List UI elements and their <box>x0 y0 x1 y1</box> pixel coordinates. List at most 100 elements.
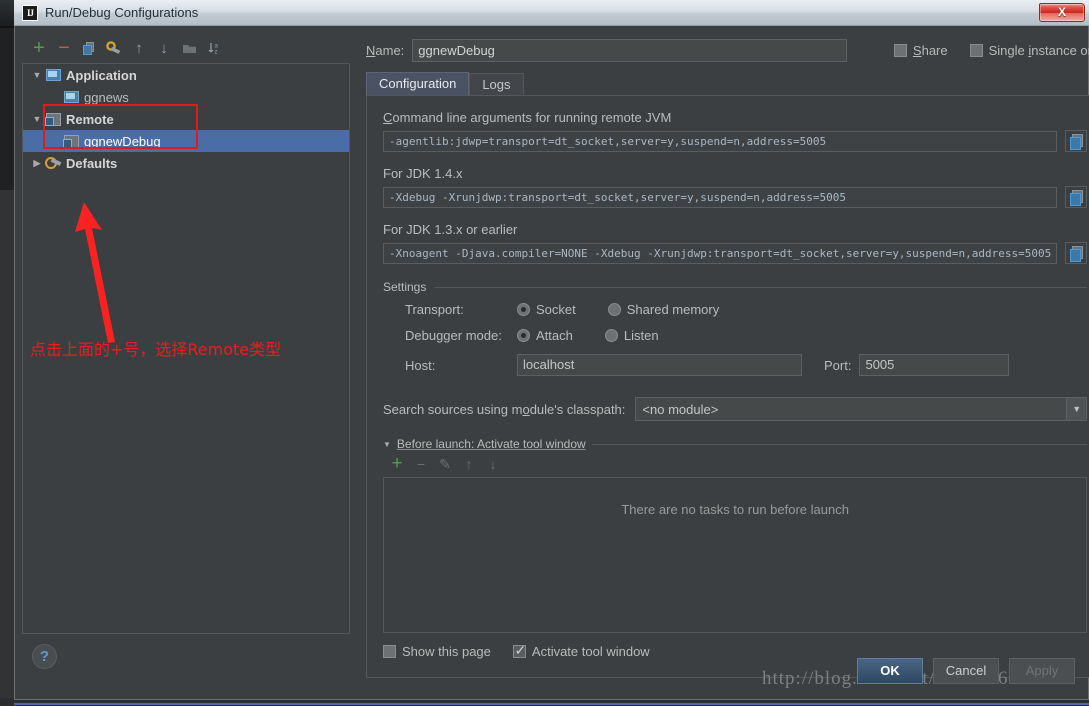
copy-configuration-icon[interactable] <box>78 37 100 59</box>
host-input[interactable]: localhost <box>517 354 802 376</box>
before-launch-toolbar: + − ✎ ↑ ↓ <box>383 451 1087 477</box>
transport-shared-memory-option[interactable]: Shared memory <box>607 302 719 317</box>
transport-socket-radio[interactable] <box>517 303 530 316</box>
remote-icon <box>45 112 61 126</box>
wrench-icon <box>45 156 61 170</box>
classpath-select[interactable]: <no module> ▼ <box>635 397 1088 421</box>
jdk14-label: For JDK 1.4.x <box>383 166 463 181</box>
tree-node-defaults[interactable]: ▶ Defaults <box>23 152 349 174</box>
copy-main-arguments-icon[interactable] <box>1065 130 1088 152</box>
share-checkbox-row[interactable]: Share <box>893 42 948 58</box>
name-input[interactable]: ggnewDebug <box>412 38 848 62</box>
window-titlebar: IJ Run/Debug Configurations X <box>0 0 1089 26</box>
cancel-button[interactable]: Cancel <box>933 658 999 684</box>
debugger-mode-attach-label: Attach <box>536 328 573 343</box>
main-arguments-row: -agentlib:jdwp=transport=dt_socket,serve… <box>383 130 1088 152</box>
application-icon <box>63 90 79 104</box>
jdk13-arguments-input[interactable]: -Xnoagent -Djava.compiler=NONE -Xdebug -… <box>383 242 1058 264</box>
single-instance-checkbox[interactable] <box>969 43 983 57</box>
main-arguments-input[interactable]: -agentlib:jdwp=transport=dt_socket,serve… <box>383 130 1058 152</box>
host-label: Host: <box>405 357 436 373</box>
transport-socket-label: Socket <box>536 302 576 317</box>
close-icon[interactable]: X <box>1039 3 1085 22</box>
jdk14-arguments-input[interactable]: -Xdebug -Xrunjdwp:transport=dt_socket,se… <box>383 186 1058 208</box>
add-task-button[interactable]: + <box>387 453 407 474</box>
ok-button[interactable]: OK <box>857 658 923 684</box>
add-configuration-button[interactable]: + <box>28 37 50 59</box>
tree-node-ggnews[interactable]: ggnews <box>23 86 349 108</box>
new-folder-icon[interactable] <box>178 37 200 59</box>
move-task-down-button[interactable]: ↓ <box>483 454 503 474</box>
ide-backdrop-left-2 <box>0 190 14 706</box>
single-instance-label: Single instance only <box>988 42 1089 58</box>
jdk14-arguments-row: -Xdebug -Xrunjdwp:transport=dt_socket,se… <box>383 186 1088 208</box>
configuration-right-pane: Name: ggnewDebug Share Single instance o… <box>350 35 1089 678</box>
tab-logs[interactable]: Logs <box>469 73 524 95</box>
tree-node-application[interactable]: ▼ Application <box>23 64 349 86</box>
tree-node-label: Remote <box>66 111 114 127</box>
chevron-right-icon[interactable]: ▶ <box>29 158 45 169</box>
configurations-left-pane: + − ↑ ↓ a z ▼ Application ggnews ▼ Remot… <box>22 35 350 678</box>
apply-button[interactable]: Apply <box>1009 658 1075 684</box>
transport-shared-memory-radio[interactable] <box>607 303 621 316</box>
annotation-arrow-icon <box>75 202 115 343</box>
remove-task-button[interactable]: − <box>411 454 431 474</box>
share-checkbox[interactable] <box>893 43 907 57</box>
before-launch-header: ▼ Before launch: Activate tool window <box>383 437 1088 451</box>
configurations-tree[interactable]: ▼ Application ggnews ▼ Remote ggnewDebug <box>22 63 350 634</box>
tab-bar: Configuration Logs <box>366 71 1089 95</box>
application-icon <box>45 68 61 82</box>
configuration-tab-panel: Command line arguments for running remot… <box>366 95 1089 678</box>
classpath-selected-value: <no module> <box>642 401 719 417</box>
before-launch-divider <box>591 443 1088 445</box>
window-title: Run/Debug Configurations <box>45 5 199 20</box>
chevron-down-icon[interactable]: ▼ <box>29 70 45 80</box>
no-tasks-message: There are no tasks to run before launch <box>621 502 849 517</box>
tab-configuration[interactable]: Configuration <box>366 72 470 95</box>
dialog-body: + − ↑ ↓ a z ▼ Application ggnews ▼ Remot… <box>14 27 1089 678</box>
command-line-arguments-label: Command line arguments for running remot… <box>383 110 672 125</box>
chevron-down-icon[interactable]: ▼ <box>29 114 45 124</box>
move-task-up-button[interactable]: ↑ <box>459 454 479 474</box>
edit-defaults-wrench-icon[interactable] <box>103 37 125 59</box>
port-input[interactable]: 5005 <box>859 354 1010 376</box>
debugger-mode-listen-radio[interactable] <box>604 329 618 342</box>
chevron-down-icon[interactable]: ▼ <box>1066 398 1087 420</box>
before-launch-tasks-list[interactable]: There are no tasks to run before launch <box>383 477 1088 633</box>
tree-node-remote[interactable]: ▼ Remote <box>23 108 349 130</box>
jdk13-label: For JDK 1.3.x or earlier <box>383 222 518 237</box>
debugger-mode-attach-radio[interactable] <box>517 329 530 342</box>
transport-row: Transport: Socket Shared memory <box>383 302 1087 317</box>
svg-text:z: z <box>214 50 217 56</box>
move-up-icon[interactable]: ↑ <box>128 37 150 59</box>
chevron-down-icon[interactable]: ▼ <box>383 440 391 449</box>
remove-configuration-button[interactable]: − <box>53 37 75 59</box>
name-row: Name: ggnewDebug Share Single instance o… <box>366 35 1089 65</box>
classpath-label: Search sources using module's classpath: <box>383 401 626 417</box>
intellij-logo-icon: IJ <box>22 4 38 21</box>
settings-group-label: Settings <box>383 280 427 294</box>
before-launch-label: Before launch: Activate tool window <box>396 437 586 451</box>
edit-task-button[interactable]: ✎ <box>435 454 455 474</box>
move-down-icon[interactable]: ↓ <box>153 37 175 59</box>
jdk13-arguments-row: -Xnoagent -Djava.compiler=NONE -Xdebug -… <box>383 242 1088 264</box>
transport-socket-option[interactable]: Socket <box>517 302 576 317</box>
debugger-mode-row: Debugger mode: Attach Listen <box>383 328 1087 343</box>
copy-jdk14-arguments-icon[interactable] <box>1065 186 1088 208</box>
classpath-row: Search sources using module's classpath:… <box>383 397 1088 421</box>
port-label: Port: <box>824 357 852 373</box>
name-label: Name: <box>366 42 405 58</box>
share-label: Share <box>912 42 948 58</box>
tree-node-label: ggnews <box>84 89 129 105</box>
tree-node-label: ggnewDebug <box>84 133 161 149</box>
debugger-mode-listen-label: Listen <box>623 328 659 343</box>
sort-alphabetically-icon[interactable]: a z <box>203 37 225 59</box>
copy-jdk13-arguments-icon[interactable] <box>1065 242 1088 264</box>
debugger-mode-listen-option[interactable]: Listen <box>604 328 659 343</box>
debugger-mode-attach-option[interactable]: Attach <box>517 328 573 343</box>
tree-node-label: Defaults <box>66 155 118 171</box>
dialog-buttons: OK Cancel Apply <box>857 658 1075 684</box>
single-instance-checkbox-row[interactable]: Single instance only <box>969 42 1089 58</box>
configurations-toolbar: + − ↑ ↓ a z <box>22 35 350 61</box>
tree-node-ggnewdebug[interactable]: ggnewDebug <box>23 130 349 152</box>
